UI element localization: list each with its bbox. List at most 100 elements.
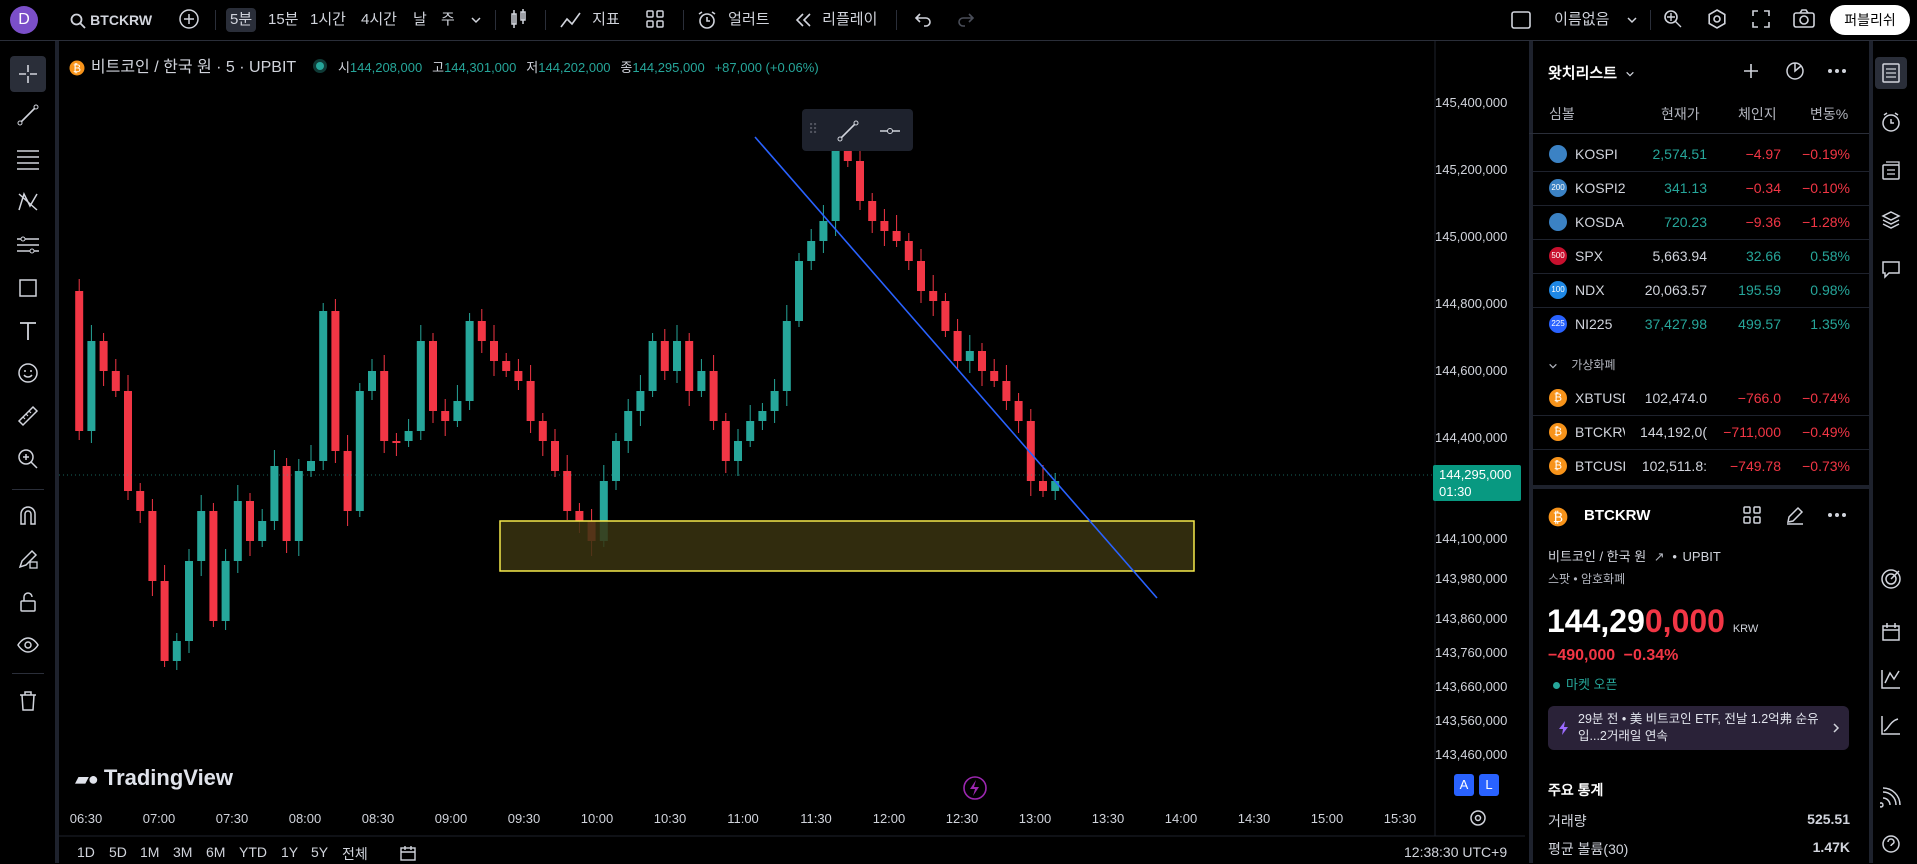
range-3m[interactable]: 3M	[173, 844, 192, 860]
symbol-search-button[interactable]: BTCKRW	[70, 8, 152, 32]
undo-button[interactable]	[912, 8, 934, 32]
log-scale-button[interactable]: L	[1479, 774, 1499, 796]
lock-drawings-tool[interactable]	[14, 588, 42, 616]
fullscreen-button[interactable]	[1750, 8, 1772, 32]
zoom-tool[interactable]	[14, 445, 42, 473]
watchlist-row[interactable]: 225 NI225 37,427.98 499.57 1.35%	[1529, 308, 1869, 341]
range-1d[interactable]: 1D	[77, 844, 95, 860]
user-avatar[interactable]: D	[10, 6, 38, 34]
magnet-tool[interactable]	[14, 502, 42, 530]
help-tab[interactable]	[1875, 828, 1907, 860]
details-name[interactable]: 비트코인 / 한국 원	[1548, 549, 1646, 564]
screener-tab[interactable]	[1875, 663, 1907, 695]
price-chart[interactable]	[59, 41, 1525, 863]
calendar-icon[interactable]	[399, 844, 417, 862]
news-banner[interactable]: 29분 전 • 美 비트코인 ETF, 전날 1.2억弗 순유입...2거래일 …	[1548, 706, 1849, 750]
watchlist-row[interactable]: KOSPI 2,574.51 −4.97 −0.19%	[1529, 138, 1869, 172]
hide-drawings-tool[interactable]	[14, 631, 42, 659]
candle-body	[404, 431, 413, 441]
header-symbol[interactable]: 심볼	[1549, 104, 1575, 124]
interval-5m-button[interactable]: 5분	[226, 8, 257, 32]
shape-tool[interactable]	[14, 274, 42, 302]
trendline-tool[interactable]	[14, 101, 42, 129]
header-change[interactable]: 체인지	[1738, 104, 1777, 124]
watchlist-title[interactable]: 왓치리스트	[1548, 62, 1635, 83]
chat-tab[interactable]	[1875, 253, 1907, 285]
remove-drawings-tool[interactable]	[14, 687, 42, 715]
watchlist-tab[interactable]	[1875, 57, 1907, 89]
header-price[interactable]: 현재가	[1661, 104, 1700, 124]
publish-button[interactable]: 퍼블리쉬	[1830, 5, 1910, 35]
alert-button[interactable]: 얼러트	[696, 8, 770, 32]
grid-icon[interactable]	[1741, 504, 1763, 526]
watchlist-row[interactable]: 100 NDX 20,063.57 195.59 0.98%	[1529, 274, 1869, 308]
clock-label[interactable]: 12:38:30 UTC+9	[1404, 844, 1507, 860]
range-all[interactable]: 전체	[342, 844, 368, 864]
range-1y[interactable]: 1Y	[281, 844, 298, 860]
range-5d[interactable]: 5D	[109, 844, 127, 860]
interval-4h-button[interactable]: 4시간	[361, 8, 397, 32]
layout-select[interactable]: 이름없음	[1510, 8, 1638, 32]
watchlist-row[interactable]: 200 KOSPI2(341.13 −0.34 −0.10%	[1529, 172, 1869, 206]
fib-tool[interactable]	[14, 145, 42, 173]
add-symbol-icon[interactable]	[1741, 61, 1761, 81]
screenshot-button[interactable]	[1792, 8, 1816, 32]
stay-drawing-tool[interactable]	[14, 545, 42, 573]
object-tree-tab[interactable]	[1875, 155, 1907, 187]
watchlist-row[interactable]: ₿ BTCKRW 144,192,0(−711,000 −0.49%	[1529, 416, 1869, 450]
symbol-change: −749.78	[1730, 458, 1781, 474]
details-exchange[interactable]: UPBIT	[1683, 549, 1721, 564]
tradingview-watermark[interactable]: ▰● TradingView	[75, 765, 233, 791]
more-icon[interactable]	[1826, 62, 1848, 80]
measure-tool[interactable]	[14, 402, 42, 430]
calendar-tab[interactable]	[1875, 616, 1907, 648]
chart-type-button[interactable]	[508, 8, 530, 32]
floating-line-toolbar[interactable]: ⠿	[802, 109, 913, 151]
signal-tab[interactable]	[1875, 781, 1907, 813]
interval-15m-button[interactable]: 15분	[268, 8, 299, 32]
interval-dropdown[interactable]	[470, 8, 482, 32]
external-link-icon[interactable]: ↗	[1654, 549, 1665, 564]
interval-week-button[interactable]: 주	[441, 8, 455, 32]
forecast-tool[interactable]	[14, 231, 42, 259]
range-5y[interactable]: 5Y	[311, 844, 328, 860]
pine-tab[interactable]	[1875, 709, 1907, 741]
range-1m[interactable]: 1M	[140, 844, 159, 860]
interval-1h-button[interactable]: 1시간	[310, 8, 346, 32]
watchlist-row[interactable]: KOSDA(720.23 −9.36 −1.28%	[1529, 206, 1869, 240]
redo-button[interactable]	[955, 8, 977, 32]
layouts-button[interactable]	[644, 8, 666, 32]
alerts-tab[interactable]	[1875, 106, 1907, 138]
watchlist-row[interactable]: ₿ BTCUSD 102,511.8: −749.78 −0.73%	[1529, 450, 1869, 483]
line-style-icon[interactable]	[836, 119, 860, 143]
details-symbol[interactable]: BTCKRW	[1584, 507, 1650, 524]
watchlist-row[interactable]: 500 SPX 5,663.94 32.66 0.58%	[1529, 240, 1869, 274]
icon-tool[interactable]	[14, 359, 42, 387]
range-6m[interactable]: 6M	[206, 844, 225, 860]
header-change-pct[interactable]: 변동%	[1810, 104, 1848, 124]
crosshair-tool[interactable]	[10, 56, 46, 92]
watchlist-row[interactable]: ₿ XBTUSD 102,474.0 −766.0 −0.74%	[1529, 382, 1869, 416]
replay-button[interactable]: 리플레이	[794, 8, 877, 32]
chart-settings-icon[interactable]	[1469, 809, 1487, 827]
drag-handle-icon[interactable]: ⠿	[808, 121, 818, 138]
indicators-button[interactable]: 지표	[560, 8, 620, 32]
interval-day-button[interactable]: 날	[413, 8, 427, 32]
lightning-icon[interactable]	[962, 775, 988, 801]
quick-search-button[interactable]	[1662, 8, 1684, 32]
support-zone-rectangle[interactable]	[499, 520, 1195, 572]
layers-tab[interactable]	[1875, 204, 1907, 236]
pattern-tool[interactable]	[14, 188, 42, 216]
settings-button[interactable]	[1706, 8, 1728, 32]
crypto-section-header[interactable]: 가상화폐	[1548, 356, 1616, 373]
more-icon[interactable]	[1826, 506, 1848, 524]
advanced-view-icon[interactable]	[1784, 60, 1806, 82]
add-symbol-button[interactable]	[178, 8, 200, 32]
horizontal-line-icon[interactable]	[878, 119, 902, 143]
text-tool[interactable]	[14, 317, 42, 345]
edit-icon[interactable]	[1784, 504, 1806, 526]
auto-scale-button[interactable]: A	[1454, 774, 1474, 796]
range-ytd[interactable]: YTD	[239, 844, 267, 860]
chart-pane[interactable]: ₿ 비트코인 / 한국 원 · 5 · UPBIT 시144,208,000 고…	[59, 41, 1525, 863]
target-tab[interactable]	[1875, 563, 1907, 595]
